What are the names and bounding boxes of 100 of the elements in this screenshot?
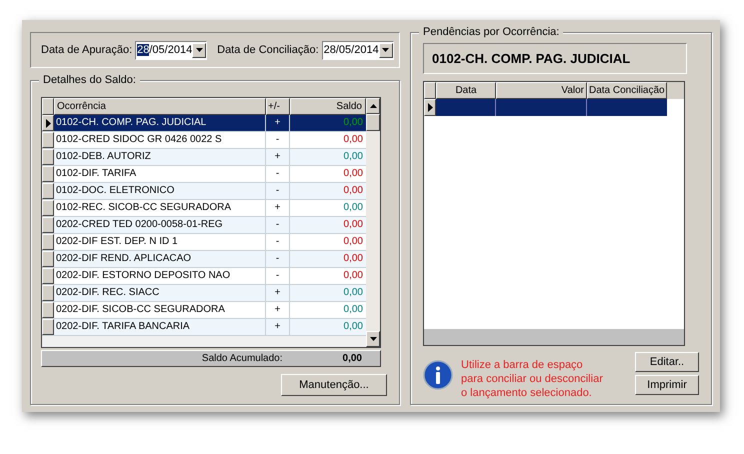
info-icon bbox=[423, 360, 453, 390]
group-title: Pendências por Ocorrência: bbox=[419, 25, 564, 39]
grid-row[interactable]: 0202-DIF REND. APLICACAO - 0,00 bbox=[42, 251, 366, 268]
table-cell: 0202-DIF. ESTORNO DEPOSITO NAO bbox=[54, 268, 266, 284]
table-cell: - bbox=[266, 234, 290, 250]
saldo-value: 0,00 bbox=[344, 202, 363, 213]
row-header[interactable] bbox=[42, 285, 54, 301]
saldo-value: 0,00 bbox=[344, 134, 363, 145]
column-header[interactable]: Valor bbox=[496, 82, 587, 99]
table-cell: - bbox=[266, 166, 290, 182]
saldo-value: 0,00 bbox=[344, 185, 363, 196]
table-cell: + bbox=[266, 302, 290, 318]
date-label: Data de Conciliação: bbox=[217, 42, 319, 58]
table-cell: + bbox=[266, 149, 290, 165]
table-cell: 0202-DIF REND. APLICACAO bbox=[54, 251, 266, 267]
grid-row[interactable]: 0202-DIF. TARIFA BANCARIA + 0,00 bbox=[42, 319, 366, 336]
grid-row[interactable]: 0102-DOC. ELETRONICO - 0,00 bbox=[42, 183, 366, 200]
action-button[interactable]: Editar.. bbox=[635, 352, 699, 372]
grid-row[interactable]: 0202-DIF. REC. SIACC + 0,00 bbox=[42, 285, 366, 302]
down-arrow-icon bbox=[370, 337, 376, 341]
date-label: Data de Apuração: bbox=[41, 42, 132, 58]
table-cell: 0102-DOC. ELETRONICO bbox=[54, 183, 266, 199]
scrollbar[interactable] bbox=[366, 98, 380, 347]
grid-row[interactable] bbox=[424, 99, 667, 116]
grid-row[interactable]: 0102-CRED SIDOC GR 0426 0022 S - 0,00 bbox=[42, 132, 366, 149]
row-header[interactable] bbox=[42, 166, 54, 182]
grid-row[interactable]: 0102-CH. COMP. PAG. JUDICIAL + 0,00 bbox=[42, 115, 366, 132]
grid-row[interactable]: 0202-DIF EST. DEP. N ID 1 - 0,00 bbox=[42, 234, 366, 251]
row-header[interactable] bbox=[424, 99, 436, 116]
saldo-value: 0,00 bbox=[344, 151, 363, 162]
row-header[interactable] bbox=[42, 132, 54, 148]
table-cell: 0102-CRED SIDOC GR 0426 0022 S bbox=[54, 132, 266, 148]
column-header[interactable]: Ocorrência bbox=[54, 98, 266, 115]
table-cell: 0202-DIF. REC. SIACC bbox=[54, 285, 266, 301]
table-cell: 0202-DIF. SICOB-CC SEGURADORA bbox=[54, 302, 266, 318]
row-header[interactable] bbox=[42, 200, 54, 216]
row-header[interactable] bbox=[42, 268, 54, 284]
column-header[interactable]: Data Conciliação bbox=[587, 82, 667, 99]
saldo-value: 0,00 bbox=[344, 236, 363, 247]
table-cell: 0102-REC. SICOB-CC SEGURADORA bbox=[54, 200, 266, 216]
table-cell: 0102-DEB. AUTORIZ bbox=[54, 149, 266, 165]
row-header[interactable] bbox=[42, 319, 54, 335]
saldo-value: 0,00 bbox=[344, 117, 363, 128]
dropdown-button[interactable] bbox=[192, 42, 206, 58]
scroll-thumb[interactable] bbox=[366, 114, 380, 131]
horizontal-scrollbar[interactable] bbox=[424, 329, 684, 345]
down-arrow-icon bbox=[196, 48, 203, 52]
saldo-value: 0,00 bbox=[344, 168, 363, 179]
table-cell: 0202-CRED TED 0200-0058-01-REG bbox=[54, 217, 266, 233]
saldo-value: 0,00 bbox=[344, 253, 363, 264]
table-cell: 0202-DIF EST. DEP. N ID 1 bbox=[54, 234, 266, 250]
row-header[interactable] bbox=[42, 217, 54, 233]
maintenance-button[interactable]: Manutenção... bbox=[281, 374, 387, 396]
table-cell: - bbox=[266, 183, 290, 199]
grid-row[interactable]: 0202-DIF. ESTORNO DEPOSITO NAO - 0,00 bbox=[42, 268, 366, 285]
scroll-up-button[interactable] bbox=[366, 98, 380, 114]
date-field[interactable]: 28/05/2014 bbox=[135, 40, 208, 60]
table-cell: + bbox=[266, 200, 290, 216]
column-header[interactable]: Saldo bbox=[290, 98, 366, 115]
row-header[interactable] bbox=[42, 302, 54, 318]
dropdown-button[interactable] bbox=[378, 42, 393, 58]
total-value: 0,00 bbox=[342, 352, 362, 366]
grid-row[interactable]: 0102-DEB. AUTORIZ + 0,00 bbox=[42, 149, 366, 166]
row-pointer-icon bbox=[46, 118, 50, 128]
row-header[interactable] bbox=[42, 251, 54, 267]
grid-row[interactable]: 0102-DIF. TARIFA - 0,00 bbox=[42, 166, 366, 183]
up-arrow-icon bbox=[370, 104, 376, 108]
action-button[interactable]: Imprimir bbox=[635, 375, 699, 395]
saldo-value: 0,00 bbox=[344, 321, 363, 332]
table-cell: 0102-CH. COMP. PAG. JUDICIAL bbox=[54, 115, 266, 131]
row-pointer-icon bbox=[428, 103, 432, 112]
row-header[interactable] bbox=[42, 115, 54, 131]
table-cell: - bbox=[266, 217, 290, 233]
table-cell: - bbox=[266, 268, 290, 284]
saldo-value: 0,00 bbox=[344, 270, 363, 281]
down-arrow-icon bbox=[382, 48, 390, 52]
date-field[interactable]: 28/05/2014 bbox=[322, 40, 394, 60]
grid-row[interactable]: 0102-REC. SICOB-CC SEGURADORA + 0,00 bbox=[42, 200, 366, 217]
table-cell: - bbox=[266, 132, 290, 148]
grid-row[interactable]: 0202-DIF. SICOB-CC SEGURADORA + 0,00 bbox=[42, 302, 366, 319]
table-cell: + bbox=[266, 319, 290, 335]
column-header[interactable]: Data bbox=[436, 82, 496, 99]
total-label: Saldo Acumulado: bbox=[202, 352, 283, 366]
corner-header bbox=[42, 98, 54, 115]
column-header[interactable]: +/- bbox=[266, 98, 290, 115]
table-cell: + bbox=[266, 115, 290, 131]
grid-row[interactable]: 0202-CRED TED 0200-0058-01-REG - 0,00 bbox=[42, 217, 366, 234]
occurrence-heading: 0102-CH. COMP. PAG. JUDICIAL bbox=[423, 43, 687, 74]
row-header[interactable] bbox=[42, 183, 54, 199]
table-cell: 0102-DIF. TARIFA bbox=[54, 166, 266, 182]
table-cell: - bbox=[266, 251, 290, 267]
scroll-down-button[interactable] bbox=[366, 331, 380, 347]
row-header[interactable] bbox=[42, 149, 54, 165]
row-header[interactable] bbox=[42, 234, 54, 250]
saldo-value: 0,00 bbox=[344, 287, 363, 298]
table-cell: + bbox=[266, 285, 290, 301]
saldo-value: 0,00 bbox=[344, 304, 363, 315]
saldo-value: 0,00 bbox=[344, 219, 363, 230]
table-cell: 0202-DIF. TARIFA BANCARIA bbox=[54, 319, 266, 335]
hint-text: Utilize a barra de espaço para conciliar ou desconciliar o lançamento selecionado. bbox=[461, 358, 603, 400]
